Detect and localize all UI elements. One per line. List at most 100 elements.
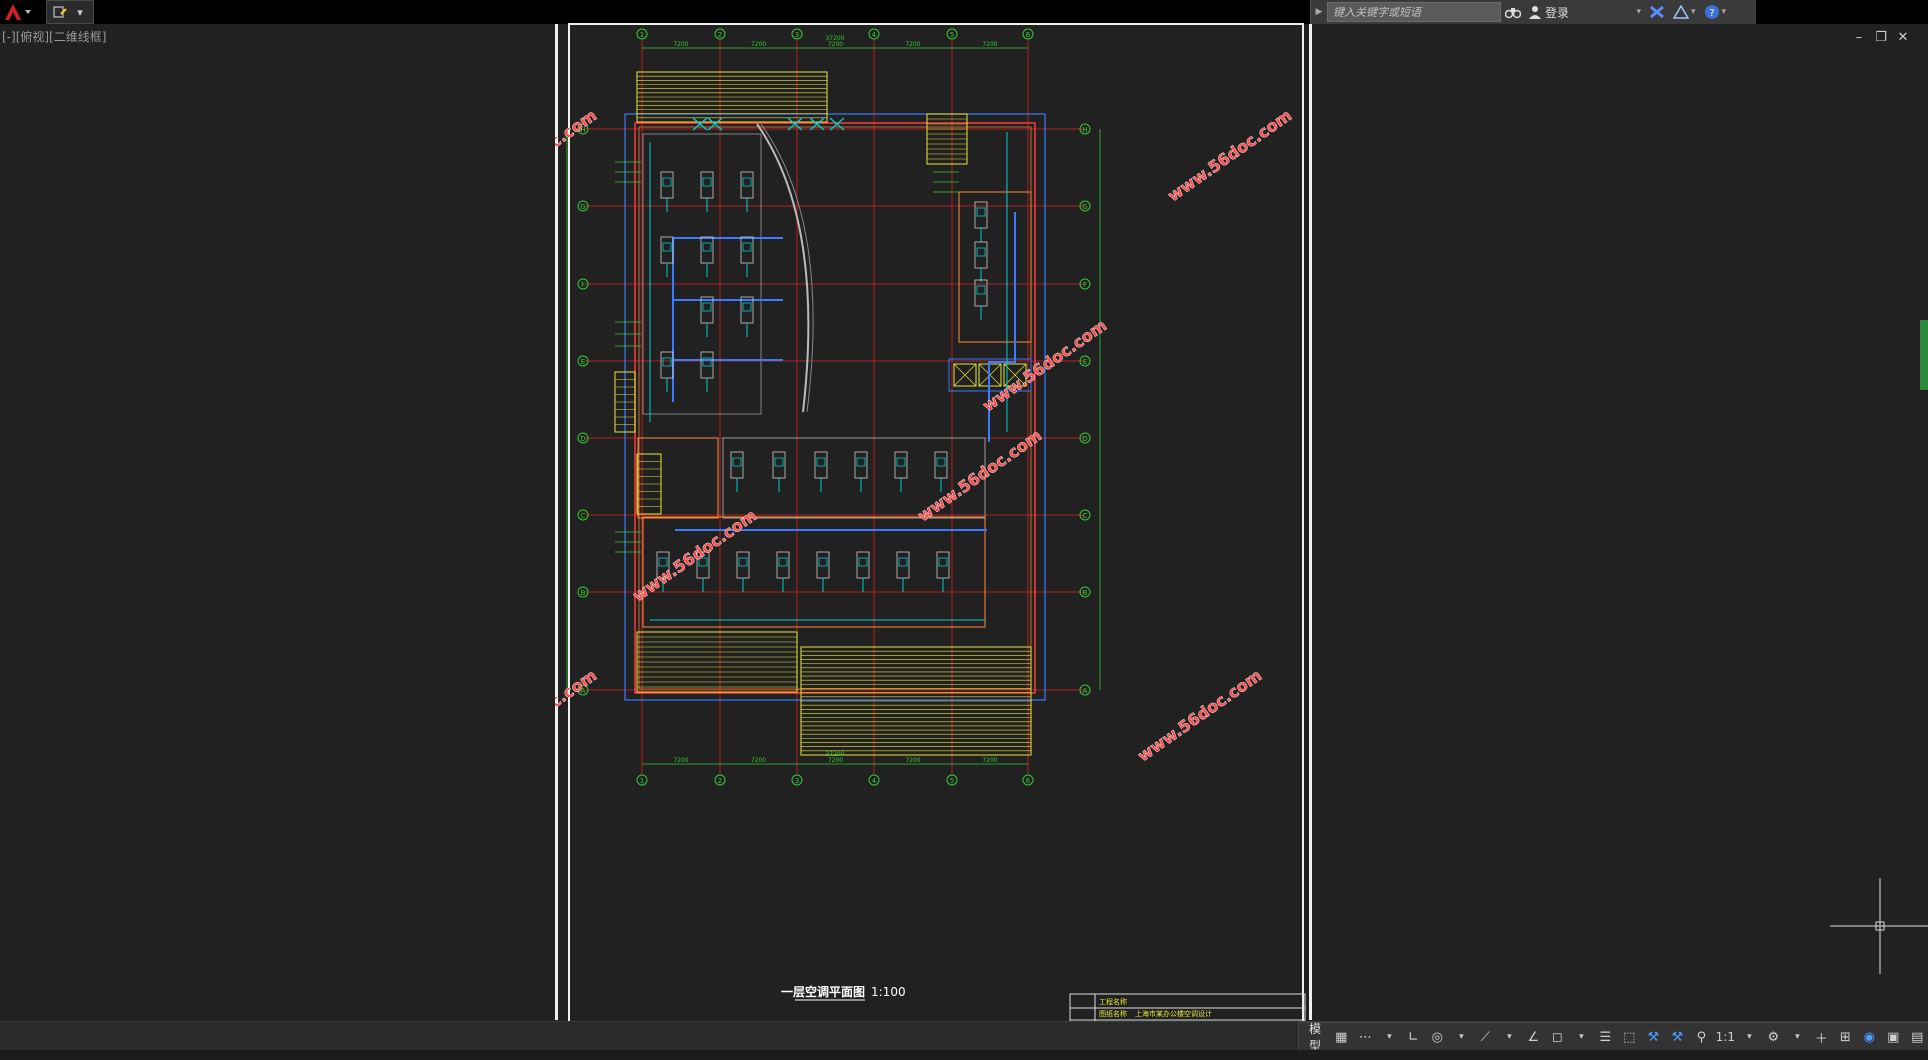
dimension-text: 7200 [673, 757, 688, 764]
fan-coil-unit-diffuser [732, 457, 742, 467]
polar-tracking-icon[interactable]: ◎ [1426, 1024, 1448, 1050]
expand-arrow-icon[interactable]: ▶ [1311, 0, 1327, 24]
fan-coil-unit-diffuser [898, 557, 908, 567]
exhaust-fan-icon [692, 117, 708, 131]
chevron-down-icon[interactable]: ▾ [1450, 1024, 1472, 1050]
fan-coil-unit-diffuser [662, 177, 672, 187]
drawing-title: 一层空调平面图 [781, 984, 865, 999]
watermark-text: www.56doc.com [555, 666, 600, 766]
info-center: ▶ 键入关键字或短语 登录 ▾ ▾ ? ▾ [1310, 0, 1756, 24]
autocad-logo-icon [5, 4, 31, 20]
chevron-down-icon[interactable]: ▾ [1786, 1024, 1808, 1050]
watermark-text: www.56doc.com [555, 106, 600, 206]
fan-coil-unit-diffuser [818, 557, 828, 567]
axis-label-col: 3 [795, 777, 799, 785]
drawing-window-controls: – ❐ ✕ [1852, 30, 1910, 45]
axis-label-row: B [1083, 589, 1088, 597]
axis-label-col: 2 [718, 31, 722, 39]
dimension-text: 7200 [828, 757, 843, 764]
watermark-layer: www.56doc.com www.56doc.com www.56doc.com w… [555, 105, 1295, 766]
search-input[interactable]: 键入关键字或短语 [1327, 2, 1501, 22]
exterior-wall-inner [638, 126, 1032, 690]
user-icon [1529, 6, 1541, 19]
restore-icon[interactable]: ❐ [1874, 30, 1888, 45]
status-toolbar: 模型 ▦ ⋯ ▾ ∟ ◎ ▾ ⟋ ▾ ∠ ◻ ▾ ☰ ⬚ ⚒ ⚒ ⚲ 1:1 ▾… [1298, 1022, 1928, 1053]
axis-grid-layer: 112233445566H HG GF FE ED DC CB BA A [577, 28, 1091, 786]
model-space-button[interactable]: 模型 [1303, 1022, 1328, 1053]
chevron-down-icon: ▾ [1721, 7, 1727, 17]
plus-icon[interactable]: ＋ [1810, 1024, 1832, 1050]
axis-label-row: B [581, 589, 586, 597]
fan-coil-unit-diffuser [702, 302, 712, 312]
snap-mode-icon[interactable]: ⋯ [1354, 1024, 1376, 1050]
login-button[interactable]: 登录 ▾ [1525, 0, 1645, 24]
object-snap-tracking-icon[interactable]: ∠ [1522, 1024, 1544, 1050]
fan-coil-unit-diffuser [976, 285, 986, 295]
chevron-down-icon[interactable]: ▾ [1498, 1024, 1520, 1050]
annotation-scale-icon[interactable]: ⚲ [1690, 1024, 1712, 1050]
clean-screen-icon[interactable]: ▤ [1906, 1024, 1928, 1050]
gear-icon[interactable]: ⚙ [1762, 1024, 1784, 1050]
hardware-acceleration-icon[interactable]: ▣ [1882, 1024, 1904, 1050]
fan-coil-unit-diffuser [702, 177, 712, 187]
isolate-objects-icon[interactable]: ◉ [1858, 1024, 1880, 1050]
units-icon[interactable]: ⊞ [1834, 1024, 1856, 1050]
building-layer [614, 71, 1046, 756]
axis-label-col: 2 [718, 777, 722, 785]
viewport-controls-label[interactable]: [-][俯视][二维线框] [2, 28, 106, 45]
close-icon[interactable]: ✕ [1896, 30, 1910, 45]
annotation-visibility-icon[interactable]: ⚒ [1642, 1024, 1664, 1050]
autocad-window: ▾ ▶ 键入关键字或短语 登录 ▾ ▾ ? ▾ [-][俯视][二维线框] – … [0, 0, 1928, 1060]
ortho-mode-icon[interactable]: ∟ [1402, 1024, 1424, 1050]
chevron-down-icon[interactable]: ▾ [1378, 1024, 1400, 1050]
fan-coil-unit-diffuser [816, 457, 826, 467]
fan-coil-unit-diffuser [662, 357, 672, 367]
axis-label-row: D [1082, 435, 1087, 443]
auto-scale-icon[interactable]: ⚒ [1666, 1024, 1688, 1050]
axis-label-row: G [1082, 203, 1087, 211]
titleblock-line-2: 图纸名称 [1099, 1009, 1127, 1018]
binoculars-icon[interactable] [1501, 0, 1525, 24]
dimension-text: 7200 [905, 757, 920, 764]
exhaust-fan-icon [809, 117, 825, 131]
fan-coil-unit-diffuser [896, 457, 906, 467]
qat-dropdown-icon[interactable]: ▾ [71, 3, 89, 21]
fan-coil-unit-diffuser [938, 557, 948, 567]
chevron-down-icon[interactable]: ▾ [1570, 1024, 1592, 1050]
fan-coil-unit-diffuser [858, 557, 868, 567]
transparency-icon[interactable]: ⬚ [1618, 1024, 1640, 1050]
object-snap-icon[interactable]: ◻ [1546, 1024, 1568, 1050]
drawing-canvas[interactable]: 112233445566HHGGFFEEDDCCBBAA 7200 7200 720… [555, 22, 1315, 1022]
chevron-down-icon: ▾ [1691, 7, 1696, 17]
axis-label-row: H [1082, 126, 1087, 134]
workspace-icon[interactable] [51, 3, 69, 21]
help-icon[interactable]: ? ▾ [1700, 0, 1731, 24]
chevron-down-icon[interactable]: ▾ [1738, 1024, 1760, 1050]
vertical-scrollbar-thumb[interactable] [1920, 320, 1928, 390]
bottom-strip [0, 1050, 1928, 1060]
axis-label-col: 1 [640, 31, 644, 39]
minimize-icon[interactable]: – [1852, 30, 1866, 45]
watermark-text: www.56doc.com [1164, 106, 1295, 206]
fan-coil-unit-diffuser [976, 247, 986, 257]
isodraft-icon[interactable]: ⟋ [1474, 1024, 1496, 1050]
exchange-icon[interactable] [1645, 0, 1669, 24]
dimension-text: 7200 [982, 757, 997, 764]
axis-label-row: E [581, 358, 585, 366]
quick-access-toolbar: ▾ [46, 0, 94, 24]
fan-coil-unit-diffuser [742, 302, 752, 312]
a360-icon[interactable]: ▾ [1669, 0, 1700, 24]
fan-coil-unit-diffuser [774, 457, 784, 467]
lineweight-icon[interactable]: ☰ [1594, 1024, 1616, 1050]
annotation-scale-value[interactable]: 1:1 [1714, 1024, 1736, 1050]
fan-coil-unit-diffuser [702, 242, 712, 252]
axis-label-col: 3 [795, 31, 799, 39]
elevator-cross [953, 363, 977, 387]
dimension-text: 7200 [905, 41, 920, 48]
fan-coil-unit-diffuser [856, 457, 866, 467]
grid-display-icon[interactable]: ▦ [1330, 1024, 1352, 1050]
exhaust-fan-icon [829, 117, 845, 131]
axis-label-row: A [1083, 687, 1088, 695]
application-menu-button[interactable] [0, 0, 40, 24]
curved-wall [756, 123, 810, 413]
